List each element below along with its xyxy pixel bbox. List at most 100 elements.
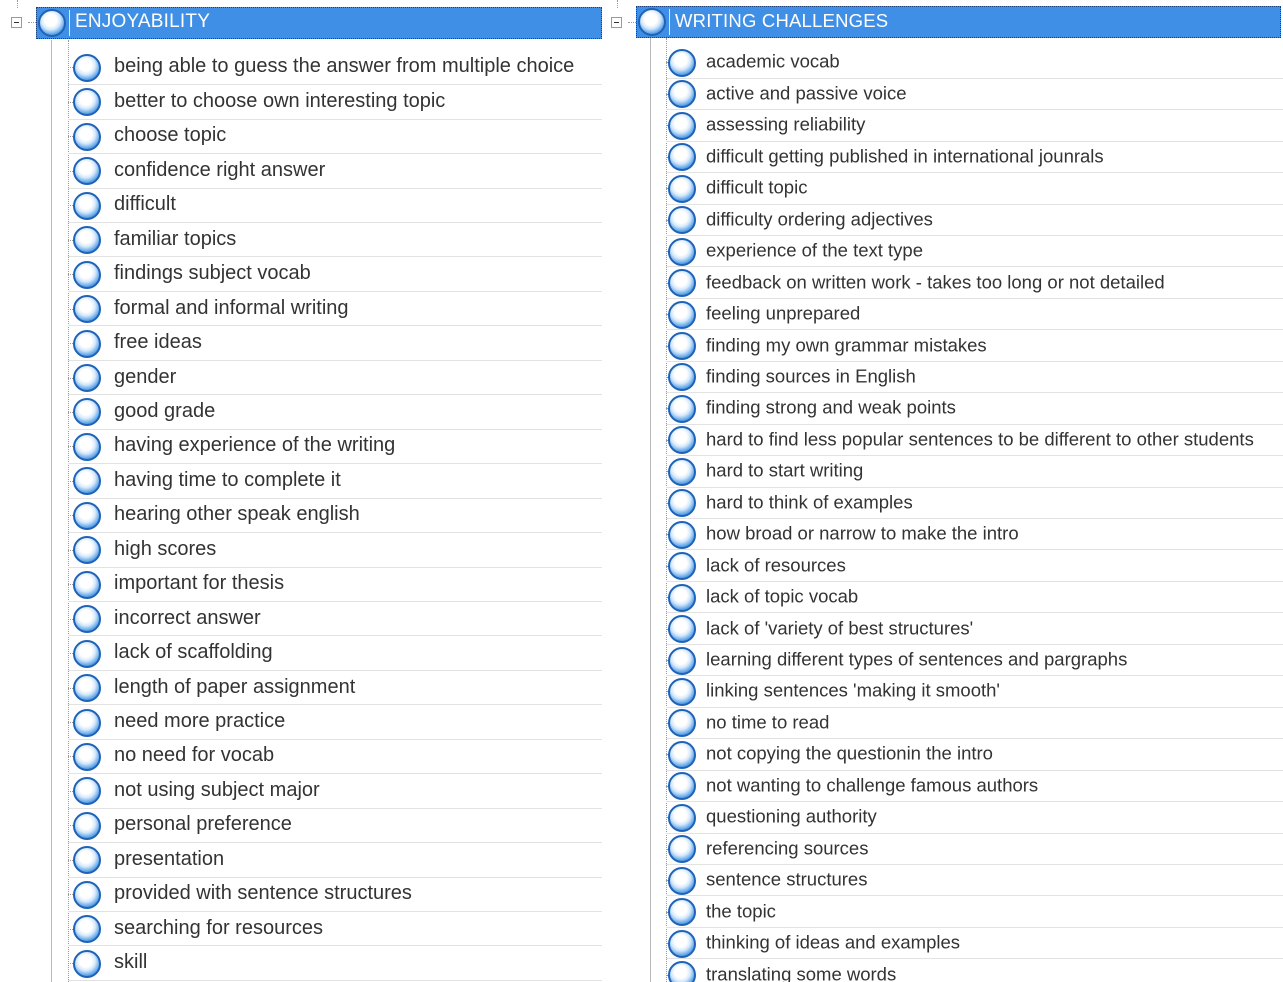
tree-node-item[interactable]: being able to guess the answer from mult… (68, 51, 602, 86)
collapse-minus-icon[interactable] (611, 17, 622, 28)
node-label: finding strong and weak points (706, 396, 956, 418)
node-title: ENJOYABILITY (75, 11, 211, 32)
tree-node-item[interactable]: questioning authority (666, 802, 1283, 834)
node-label: difficult topic (706, 176, 808, 198)
tree-node-item[interactable]: lack of scaffolding (68, 636, 602, 671)
tree-connector (628, 22, 636, 23)
tree-node-item[interactable]: not wanting to challenge famous authors (666, 771, 1283, 803)
tree-node-item[interactable]: no time to read (666, 708, 1283, 740)
tree-node-item[interactable]: choose topic (68, 120, 602, 155)
node-sphere-icon (73, 122, 101, 151)
tree-node-item[interactable]: finding my own grammar mistakes (666, 330, 1283, 362)
node-sphere-icon (73, 295, 101, 324)
tree-node-item[interactable]: lack of topic vocab (666, 582, 1283, 614)
node-label: feedback on written work - takes too lon… (706, 271, 1165, 293)
node-label: lack of 'variety of best structures' (706, 617, 974, 639)
tree-node-item[interactable]: difficulty ordering adjectives (666, 205, 1283, 236)
tree-node-item[interactable]: the topic (666, 896, 1283, 928)
tree-node-item[interactable]: assessing reliability (666, 110, 1283, 142)
node-label: how broad or narrow to make the intro (706, 522, 1019, 544)
tree-node-item[interactable]: having experience of the writing (68, 430, 602, 465)
node-sphere-icon (668, 552, 696, 581)
tree-node-item[interactable]: active and passive voice (666, 79, 1283, 111)
node-sphere-icon (73, 432, 101, 461)
tree-node-item[interactable]: hard to start writing (666, 456, 1283, 488)
node-label: active and passive voice (706, 82, 907, 104)
node-label: the topic (706, 900, 776, 922)
tree-node-item[interactable]: finding sources in English (666, 362, 1283, 394)
tree-node-item[interactable]: familiar topics (68, 223, 602, 258)
node-label: lack of resources (706, 554, 846, 576)
node-sphere-icon (73, 708, 101, 737)
tree-node-item[interactable]: need more practice (68, 705, 602, 740)
tree-node-item[interactable]: free ideas (68, 326, 602, 361)
node-sphere-icon (668, 426, 696, 455)
tree-node-item[interactable]: lack of 'variety of best structures' (666, 613, 1283, 645)
node-sphere-icon (73, 949, 101, 978)
tree-node-item[interactable]: no need for vocab (68, 740, 602, 775)
tree-node-item[interactable]: findings subject vocab (68, 257, 602, 292)
node-label: gender (114, 365, 177, 388)
tree-node-item[interactable]: feeling unprepared (666, 299, 1283, 331)
tree-node-item[interactable]: not using subject major (68, 774, 602, 809)
tree-node-item[interactable]: thinking of ideas and examples (666, 928, 1283, 960)
tree-node-item[interactable]: hard to find less popular sentences to b… (666, 425, 1283, 457)
tree-node-item[interactable]: formal and informal writing (68, 292, 602, 327)
tree-node-item[interactable]: how broad or narrow to make the intro (666, 519, 1283, 551)
tree-node-item[interactable]: provided with sentence structures (68, 878, 602, 912)
writing-challenges-tree: WRITING CHALLENGES academic vocab active … (607, 0, 1283, 982)
node-label: sentence structures (706, 868, 868, 890)
node-sphere-icon (668, 394, 696, 423)
tree-node-item[interactable]: experience of the text type (666, 236, 1283, 268)
tree-node-item[interactable]: gender (68, 361, 602, 396)
node-label: lack of topic vocab (706, 585, 859, 607)
collapse-minus-icon[interactable] (11, 17, 22, 28)
tree-node-item[interactable]: having time to complete it (68, 464, 602, 499)
node-sphere-icon (73, 53, 101, 82)
tree-node-item[interactable]: lack of resources (666, 550, 1283, 582)
node-sphere-icon (668, 332, 696, 361)
node-label: learning different types of sentences an… (706, 648, 1128, 670)
tree-node-item[interactable]: translating some words (666, 959, 1283, 982)
tree-node-item[interactable]: sentence structures (666, 865, 1283, 897)
tree-node-item[interactable]: academic vocab (666, 47, 1283, 79)
tree-node-item[interactable]: better to choose own interesting topic (68, 85, 602, 120)
tree-connector (17, 0, 18, 8)
tree-node-item[interactable]: referencing sources (666, 834, 1283, 865)
tree-node-item[interactable]: linking sentences 'making it smooth' (666, 676, 1283, 708)
tree-node-item[interactable]: presentation (68, 843, 602, 878)
tree-node-item[interactable]: hearing other speak english (68, 499, 602, 534)
tree-node-item[interactable]: important for thesis (68, 568, 602, 602)
node-header-writing-challenges[interactable]: WRITING CHALLENGES (636, 6, 1281, 38)
node-label: presentation (114, 847, 225, 870)
tree-node-item[interactable]: difficult topic (666, 173, 1283, 205)
node-label: academic vocab (706, 51, 840, 73)
node-sphere-icon (668, 80, 696, 109)
tree-node-item[interactable]: personal preference (68, 809, 602, 844)
node-label: incorrect answer (114, 606, 261, 629)
node-sphere-icon (73, 639, 101, 668)
tree-node-item[interactable]: skill (68, 946, 602, 981)
tree-node-item[interactable]: difficult (68, 189, 602, 223)
tree-node-item[interactable]: not copying the questionin the intro (666, 739, 1283, 771)
list-border (650, 38, 651, 982)
tree-node-item[interactable]: high scores (68, 533, 602, 568)
node-label: thinking of ideas and examples (706, 931, 961, 953)
tree-node-item[interactable]: searching for resources (68, 912, 602, 947)
tree-node-item[interactable]: good grade (68, 395, 602, 430)
node-header-enjoyability[interactable]: ENJOYABILITY (36, 7, 602, 39)
node-title: WRITING CHALLENGES (675, 10, 889, 31)
node-sphere-icon (668, 709, 696, 738)
tree-node-item[interactable]: finding strong and weak points (666, 393, 1283, 425)
node-label: finding sources in English (706, 365, 916, 387)
tree-node-item[interactable]: confidence right answer (68, 154, 602, 189)
node-sphere-icon (668, 489, 696, 518)
tree-node-item[interactable]: difficult getting published in internati… (666, 142, 1283, 174)
node-label: hard to find less popular sentences to b… (706, 428, 1254, 450)
tree-node-item[interactable]: feedback on written work - takes too lon… (666, 267, 1283, 299)
tree-node-item[interactable]: hard to think of examples (666, 488, 1283, 519)
tree-node-item[interactable]: length of paper assignment (68, 671, 602, 706)
node-label: having experience of the writing (114, 434, 396, 457)
tree-node-item[interactable]: incorrect answer (68, 602, 602, 637)
tree-node-item[interactable]: learning different types of sentences an… (666, 645, 1283, 677)
